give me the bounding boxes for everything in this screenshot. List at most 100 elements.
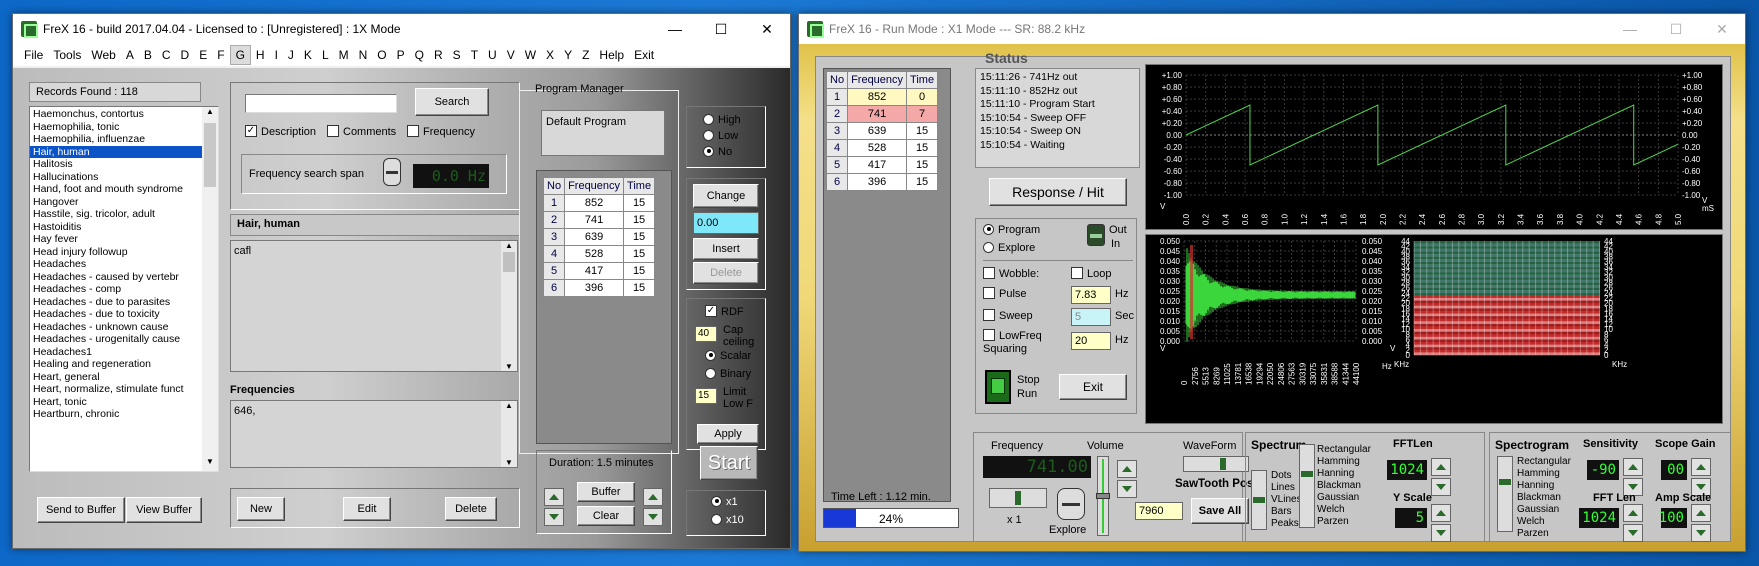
table-row[interactable]: 6 396 15 [825, 173, 939, 191]
view-buffer-button[interactable]: View Buffer [126, 497, 202, 523]
spectrum-type-option[interactable]: Bars [1271, 506, 1302, 518]
window-option[interactable]: Hamming [1517, 468, 1571, 480]
menu-item-l[interactable]: L [317, 46, 334, 64]
menu-item-b[interactable]: B [139, 46, 157, 64]
scroll-down-icon[interactable]: ▼ [202, 457, 218, 471]
menu-item-d[interactable]: D [176, 46, 195, 64]
row-number[interactable]: 4 [825, 139, 849, 157]
down-arrow-icon[interactable] [1117, 480, 1137, 498]
menu-item-q[interactable]: Q [410, 46, 429, 64]
record-item[interactable]: Headaches - comp [30, 283, 202, 296]
yscale-stepper[interactable] [1431, 504, 1451, 542]
row-number[interactable]: 1 [542, 194, 566, 212]
table-row[interactable]: 1 852 15 [542, 194, 656, 212]
record-item[interactable]: Hasstile, sig. tricolor, adult [30, 208, 202, 221]
window-option[interactable]: Welch [1517, 516, 1571, 528]
loop-checkbox[interactable] [1071, 267, 1083, 280]
table-row[interactable]: 5 417 15 [542, 262, 656, 280]
menu-item-s[interactable]: S [448, 46, 466, 64]
menu-item-y[interactable]: Y [559, 46, 577, 64]
row-number[interactable]: 5 [825, 156, 849, 174]
insert-button[interactable]: Insert [693, 238, 759, 260]
spectrum-type-option[interactable]: Dots [1271, 470, 1302, 482]
sweep-input[interactable]: 5 [1071, 308, 1111, 326]
save-all-button[interactable]: Save All [1191, 498, 1249, 524]
explore-option[interactable]: Explore [983, 241, 1035, 254]
record-item[interactable]: Halitosis [30, 158, 202, 171]
menu-item-c[interactable]: C [157, 46, 176, 64]
close-button[interactable]: ✕ [744, 14, 790, 44]
time-cell[interactable]: 15 [623, 245, 656, 263]
down-arrow-icon[interactable] [643, 508, 663, 526]
apply-button[interactable]: Apply [697, 424, 759, 444]
menu-item-t[interactable]: T [466, 46, 483, 64]
no-radio[interactable] [703, 145, 714, 157]
frequency-cell[interactable]: 741 [564, 211, 625, 229]
maximize-button[interactable]: ☐ [1653, 14, 1699, 44]
response-hit-button[interactable]: Response / Hit [989, 178, 1127, 206]
scope-gain-stepper[interactable] [1691, 458, 1711, 496]
scalar-radio[interactable] [705, 349, 716, 361]
menu-item-p[interactable]: P [392, 46, 410, 64]
scroll-up-icon[interactable]: ▲ [501, 401, 517, 410]
row-number[interactable]: 4 [542, 245, 566, 263]
table-row[interactable]: 2 741 7 [825, 105, 939, 123]
exit-button[interactable]: Exit [1059, 374, 1127, 400]
binary-radio[interactable] [705, 367, 716, 379]
time-cell[interactable]: 7 [906, 105, 939, 123]
scroll-up-icon[interactable]: ▲ [202, 107, 218, 121]
spectrum-type-option[interactable]: VLines [1271, 494, 1302, 506]
menu-item-g[interactable]: G [229, 45, 251, 65]
run-table[interactable]: No Frequency Time 1 852 0 2 741 7 3 639 15 4 528 15 5 41… [825, 71, 939, 191]
time-cell[interactable]: 15 [623, 228, 656, 246]
up-arrow-icon[interactable] [1623, 458, 1643, 476]
frequency-cell[interactable]: 852 [564, 194, 625, 212]
window-option[interactable]: Gaussian [1317, 492, 1371, 504]
frequency-cell[interactable]: 417 [564, 262, 625, 280]
time-cell[interactable]: 15 [906, 139, 939, 157]
down-arrow-icon[interactable] [1691, 524, 1711, 542]
program-radio[interactable] [983, 223, 994, 235]
row-number[interactable]: 2 [542, 211, 566, 229]
wobble-checkbox[interactable] [983, 267, 995, 280]
window-option[interactable]: Welch [1317, 504, 1371, 516]
scroll-up-icon[interactable]: ▲ [501, 241, 517, 250]
minimize-button[interactable]: — [1607, 14, 1653, 44]
wobble-option[interactable]: Wobble: [983, 267, 1039, 280]
row-number[interactable]: 3 [542, 228, 566, 246]
fft-len-stepper[interactable] [1623, 504, 1643, 542]
record-item[interactable]: Headaches [30, 258, 202, 271]
frequency-cell[interactable]: 396 [847, 173, 908, 191]
spectrum-type-slider[interactable] [1251, 470, 1267, 530]
window-option[interactable]: Parzen [1317, 516, 1371, 528]
cap-ceiling-input[interactable]: 40 [695, 326, 717, 342]
sweep-checkbox[interactable] [983, 309, 995, 322]
menu-item-r[interactable]: R [429, 46, 448, 64]
x10-option[interactable]: x10 [711, 513, 744, 526]
filter-description[interactable]: ✓ Description [245, 125, 316, 138]
default-program-box[interactable]: Default Program [541, 110, 665, 156]
volume-stepper[interactable] [1117, 460, 1137, 498]
sweep-option[interactable]: Sweep [983, 309, 1033, 322]
time-cell[interactable]: 15 [623, 279, 656, 297]
volume-value-input[interactable]: 7960 [1135, 502, 1183, 520]
duration-left-stepper[interactable] [544, 488, 564, 526]
record-item[interactable]: Headaches - urogenitally cause [30, 333, 202, 346]
window-option[interactable]: Parzen [1517, 528, 1571, 540]
edit-button[interactable]: Edit [343, 497, 391, 521]
up-arrow-icon[interactable] [1431, 504, 1451, 522]
menu-item-h[interactable]: H [251, 46, 270, 64]
record-item[interactable]: Haemophilia, influenzae [30, 133, 202, 146]
menu-item-e[interactable]: E [194, 46, 212, 64]
explore-radio[interactable] [983, 241, 994, 253]
menu-item-web[interactable]: Web [86, 46, 120, 64]
waveform-slider[interactable] [1183, 456, 1249, 472]
lowfreq-option[interactable]: LowFreq Squaring [983, 329, 1063, 356]
menu-item-u[interactable]: U [483, 46, 502, 64]
record-item[interactable]: Heart, normalize, stimulate funct [30, 383, 202, 396]
freq-span-knob[interactable] [383, 158, 401, 186]
window-option[interactable]: Hamming [1317, 456, 1371, 468]
time-cell[interactable]: 0 [906, 88, 939, 106]
clear-button[interactable]: Clear [577, 506, 635, 526]
up-arrow-icon[interactable] [1691, 458, 1711, 476]
